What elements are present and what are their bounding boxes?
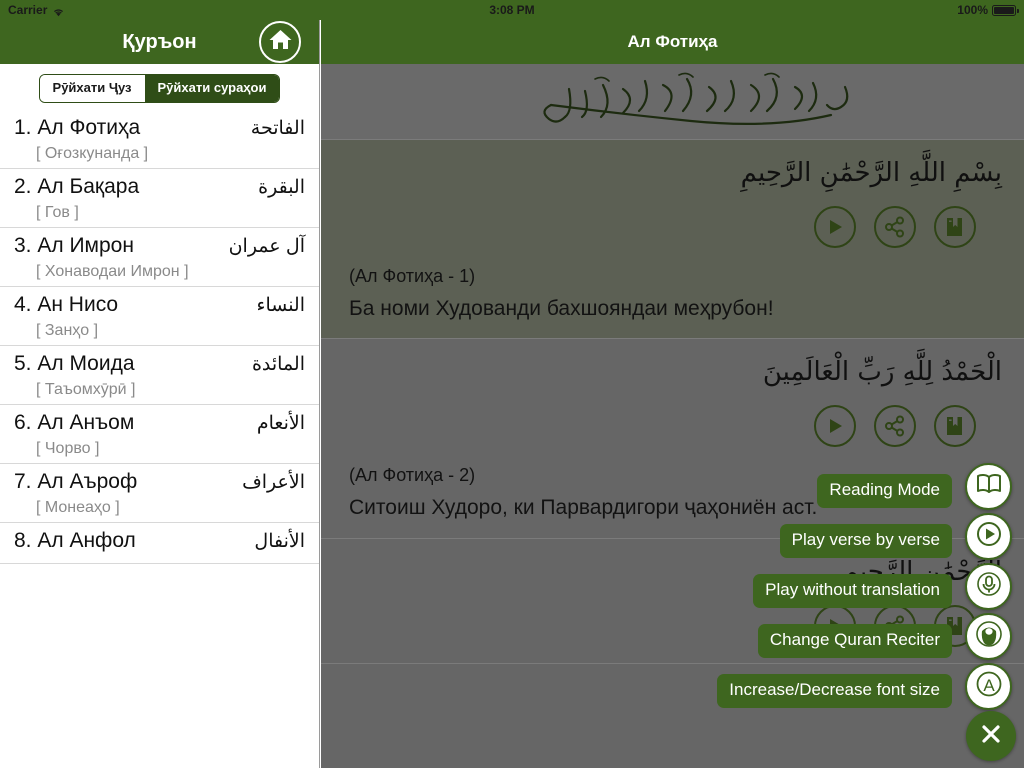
share-icon[interactable] [874,405,916,448]
status-bar-right: 100% [957,3,1019,17]
surah-subtitle: [ Гов ] [36,204,79,222]
surah-row-header: 4. Ан Нисо النساء [14,293,305,317]
tooltip-reading-mode[interactable]: Reading Mode [817,474,952,508]
verse-block[interactable]: الْحَمْدُ لِلَّهِ رَبِّ الْعَالَمِينَ (А… [321,339,1024,539]
change-quran-reciter-button[interactable] [965,613,1012,660]
surah-subtitle: [ Таъомхӯрӣ ] [36,381,136,399]
surah-name: 4. Ан Нисо [14,293,119,317]
surah-arabic-name: البقرة [258,177,305,199]
status-bar: Carrier 3:08 PM 100% [0,0,1024,20]
surah-subtitle: [ Хонаводаи Имрон ] [36,263,189,281]
close-icon [980,723,1002,750]
open-book-icon [976,473,1002,500]
surah-list-item[interactable]: 4. Ан Нисо النساء [ Занҳо ] [0,287,319,347]
surah-name: 3. Ал Имрон [14,234,134,258]
verse-action-icons [349,206,1002,248]
bismillah-calligraphy-icon [473,71,873,133]
surah-list-item[interactable]: 5. Ал Моида المائدة [ Таъомхӯрӣ ] [0,346,319,406]
segment-juz-list[interactable]: Рӯйхати Ҷуз [39,75,145,103]
left-navigation-bar: Қуръон [0,20,319,64]
reading-mode-button[interactable] [965,463,1012,510]
surah-subtitle: [ Занҳо ] [36,322,99,340]
status-bar-time: 3:08 PM [489,3,535,17]
share-icon[interactable] [874,206,916,248]
surah-subtitle: [ Чорво ] [36,440,100,458]
surah-list-item[interactable]: 7. Ал Аъроф الأعراف [ Монеаҳо ] [0,464,319,524]
surah-row-header: 8. Ал Анфол الأنفال [14,529,305,553]
font-size-a-icon: A [975,670,1003,703]
surah-arabic-name: الأعراف [242,472,305,494]
surah-name: 1. Ал Фотиҳа [14,116,141,140]
microphone-icon [976,571,1001,602]
surah-row-header: 5. Ал Моида المائدة [14,352,305,376]
surah-subtitle: [ Монеаҳо ] [36,499,120,517]
surah-name: 7. Ал Аъроф [14,470,138,494]
surah-list[interactable]: 1. Ал Фотиҳа الفاتحة [ Оғозкунанда ] 2. … [0,110,319,768]
play-without-translation-button[interactable] [965,563,1012,610]
bismillah-banner [321,64,1024,140]
surah-row-header: 2. Ал Бақара البقرة [14,175,305,199]
surah-arabic-name: المائدة [251,354,305,376]
left-panel-title: Қуръон [122,30,197,53]
right-navigation-bar: Ал Фотиҳа [321,20,1024,64]
verse-reference: (Ал Фотиҳа - 1) [349,266,476,286]
surah-list-item[interactable]: 3. Ал Имрон آل عمران [ Хонаводаи Имрон ] [0,228,319,288]
app-root: Carrier 3:08 PM 100% Қуръон Рӯйхати Ҷуз … [0,0,1024,768]
surah-name: 5. Ал Моида [14,352,135,376]
surah-row-header: 3. Ал Имрон آل عمران [14,234,305,258]
surah-list-item[interactable]: 8. Ал Анфол الأنفال [0,523,319,565]
page-title: Ал Фотиҳа [627,32,718,51]
play-icon[interactable] [814,405,856,448]
surah-arabic-name: آل عمران [228,236,305,258]
surah-row-header: 6. Ал Анъом الأنعام [14,411,305,435]
add-bookmark-icon[interactable] [934,206,976,248]
surah-arabic-name: الفاتحة [250,118,305,140]
surah-row-header: 1. Ал Фотиҳа الفاتحة [14,116,305,140]
add-bookmark-icon[interactable] [934,405,976,448]
verse-action-icons [349,405,1002,448]
surah-subtitle: [ Оғозкунанда ] [36,145,149,163]
tooltip-change-quran-reciter[interactable]: Change Quran Reciter [757,624,952,658]
tooltip-font-size[interactable]: Increase/Decrease font size [717,674,952,708]
svg-text:A: A [983,676,995,695]
play-verse-by-verse-button[interactable] [965,513,1012,560]
verse-arabic-text: الْحَمْدُ لِلَّهِ رَبِّ الْعَالَمِينَ [762,357,1002,388]
surah-arabic-name: النساء [256,295,305,317]
play-icon[interactable] [814,206,856,248]
surah-arabic-name: الأنفال [254,531,305,553]
verse-block[interactable]: بِسْمِ اللَّهِ الرَّحْمَٰنِ الرَّحِيمِ (… [321,140,1024,340]
surah-row-header: 7. Ал Аъроф الأعراف [14,470,305,494]
home-icon [268,28,293,56]
surah-name: 8. Ал Анфол [14,529,136,553]
surah-name: 2. Ал Бақара [14,175,140,199]
font-size-button[interactable]: A [965,663,1012,710]
verse-translation: Ба номи Худованди бахшояндаи меҳрубон! [349,297,774,320]
surah-list-panel: Қуръон Рӯйхати Ҷуз Рӯйхати сураҳои 1. Ал [0,20,320,768]
close-action-menu-button[interactable] [966,711,1016,761]
list-mode-segmented-control-wrapper: Рӯйхати Ҷуз Рӯйхати сураҳои [0,64,319,110]
tooltip-play-without-translation[interactable]: Play without translation [753,574,952,608]
surah-list-item[interactable]: 2. Ал Бақара البقرة [ Гов ] [0,169,319,229]
reciter-portrait-icon [975,620,1003,653]
home-button[interactable] [259,21,301,63]
battery-full-icon [992,4,1019,16]
verse-arabic-text: بِسْمِ اللَّهِ الرَّحْمَٰنِ الرَّحِيمِ [740,158,1002,188]
list-mode-segmented-control[interactable]: Рӯйхати Ҷуз Рӯйхати сураҳои [38,74,281,104]
battery-percent-label: 100% [957,3,988,17]
tooltip-play-verse-by-verse[interactable]: Play verse by verse [779,524,952,558]
segment-surah-list[interactable]: Рӯйхати сураҳои [144,75,280,103]
surah-list-item[interactable]: 6. Ал Анъом الأنعام [ Чорво ] [0,405,319,465]
surah-list-item[interactable]: 1. Ал Фотиҳа الفاتحة [ Оғозкунанда ] [0,110,319,170]
surah-name: 6. Ал Анъом [14,411,135,435]
surah-arabic-name: الأنعام [256,413,305,435]
play-icon [976,521,1002,552]
